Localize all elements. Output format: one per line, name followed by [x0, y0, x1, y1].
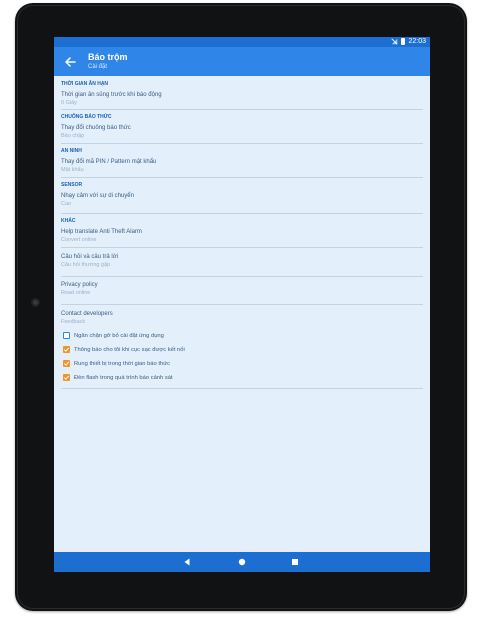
category-time: Thời gian ân hạn	[61, 81, 109, 87]
checkbox-label: Ngăn chặn gỡ bỏ cài đặt ứng dụng	[74, 332, 164, 339]
setting-title: Thời gian ân sủng trước khi báo động	[61, 92, 162, 98]
divider	[61, 213, 423, 214]
checkbox-flash[interactable]: Đèn flash trong quá trình báo cảnh sát	[63, 374, 173, 381]
setting-summary: Báo chập	[61, 133, 85, 139]
setting-summary: Read online	[61, 290, 91, 296]
divider	[61, 109, 423, 110]
divider	[61, 304, 423, 305]
setting-summary: Mật khẩu	[61, 167, 84, 173]
checkbox-charger-notify[interactable]: Thông báo cho tôi khi cục sạc được kết n…	[63, 346, 185, 353]
checkbox-checked[interactable]	[63, 374, 70, 381]
setting-grace-time[interactable]: Thời gian ân sủng trước khi báo động 0 G…	[61, 92, 421, 106]
checkbox-prevent-uninstall[interactable]: Ngăn chặn gỡ bỏ cài đặt ứng dụng	[63, 332, 164, 339]
setting-contact-developers[interactable]: Contact developers Feedback	[61, 311, 421, 325]
checkbox-unchecked[interactable]	[63, 332, 70, 339]
checkbox-checked[interactable]	[63, 360, 70, 367]
category-sensor: Sensor	[61, 182, 83, 188]
setting-title: Help translate Anti Theft Alarm	[61, 229, 142, 235]
setting-summary: 0 Giây	[61, 100, 77, 106]
back-arrow-icon[interactable]	[63, 55, 77, 69]
setting-summary: Convert online	[61, 237, 97, 243]
setting-title: Thay đổi mã PIN / Pattern mật khẩu	[61, 159, 157, 165]
setting-motion-sensitivity[interactable]: Nhạy cảm với sự di chuyển Cao	[61, 193, 421, 207]
category-security: An ninh	[61, 148, 82, 154]
checkbox-vibrate[interactable]: Rung thiết bị trong thời gian báo thức	[63, 360, 170, 367]
setting-title: Nhạy cảm với sự di chuyển	[61, 193, 134, 199]
app-bar: Báo trộm Cài đặt	[54, 47, 430, 76]
camera-icon	[31, 298, 40, 307]
setting-title: Thay đổi chuông báo thức	[61, 125, 131, 131]
checkbox-label: Đèn flash trong quá trình báo cảnh sát	[74, 374, 173, 381]
setting-summary: Cao	[61, 201, 72, 207]
page-title: Báo trộm	[88, 52, 128, 62]
divider	[61, 177, 423, 178]
setting-help-translate[interactable]: Help translate Anti Theft Alarm Convert …	[61, 229, 421, 243]
page-subtitle: Cài đặt	[88, 64, 108, 70]
no-signal-icon	[391, 38, 399, 45]
back-triangle-icon[interactable]	[182, 557, 192, 567]
setting-alarm-ringtone[interactable]: Thay đổi chuông báo thức Báo chập	[61, 125, 421, 139]
setting-title: Privacy policy	[61, 282, 98, 288]
setting-change-pin[interactable]: Thay đổi mã PIN / Pattern mật khẩu Mật k…	[61, 159, 421, 173]
setting-summary: Câu hỏi thường gặp	[61, 262, 111, 268]
divider	[61, 143, 423, 144]
status-bar: 22:03	[54, 37, 430, 47]
divider	[61, 276, 423, 277]
home-circle-icon[interactable]	[237, 557, 247, 567]
setting-faq[interactable]: Câu hỏi và câu trả lời Câu hỏi thường gặ…	[61, 254, 421, 268]
category-other: Khác	[61, 218, 76, 224]
setting-title: Contact developers	[61, 311, 113, 317]
setting-summary: Feedback	[61, 319, 86, 325]
device-screen: 22:03 Báo trộm Cài đặt Thời gian ân hạn …	[54, 37, 430, 572]
setting-privacy-policy[interactable]: Privacy policy Read online	[61, 282, 421, 296]
navigation-bar	[54, 552, 430, 572]
checkbox-label: Rung thiết bị trong thời gian báo thức	[74, 360, 170, 367]
divider	[61, 247, 423, 248]
checkbox-checked[interactable]	[63, 346, 70, 353]
checkbox-label: Thông báo cho tôi khi cục sạc được kết n…	[74, 346, 185, 353]
status-time: 22:03	[408, 38, 426, 45]
category-bell: Chuông báo thức	[61, 114, 112, 120]
battery-icon	[401, 38, 406, 45]
setting-title: Câu hỏi và câu trả lời	[61, 254, 118, 260]
recents-square-icon[interactable]	[290, 557, 300, 567]
divider	[61, 388, 423, 389]
